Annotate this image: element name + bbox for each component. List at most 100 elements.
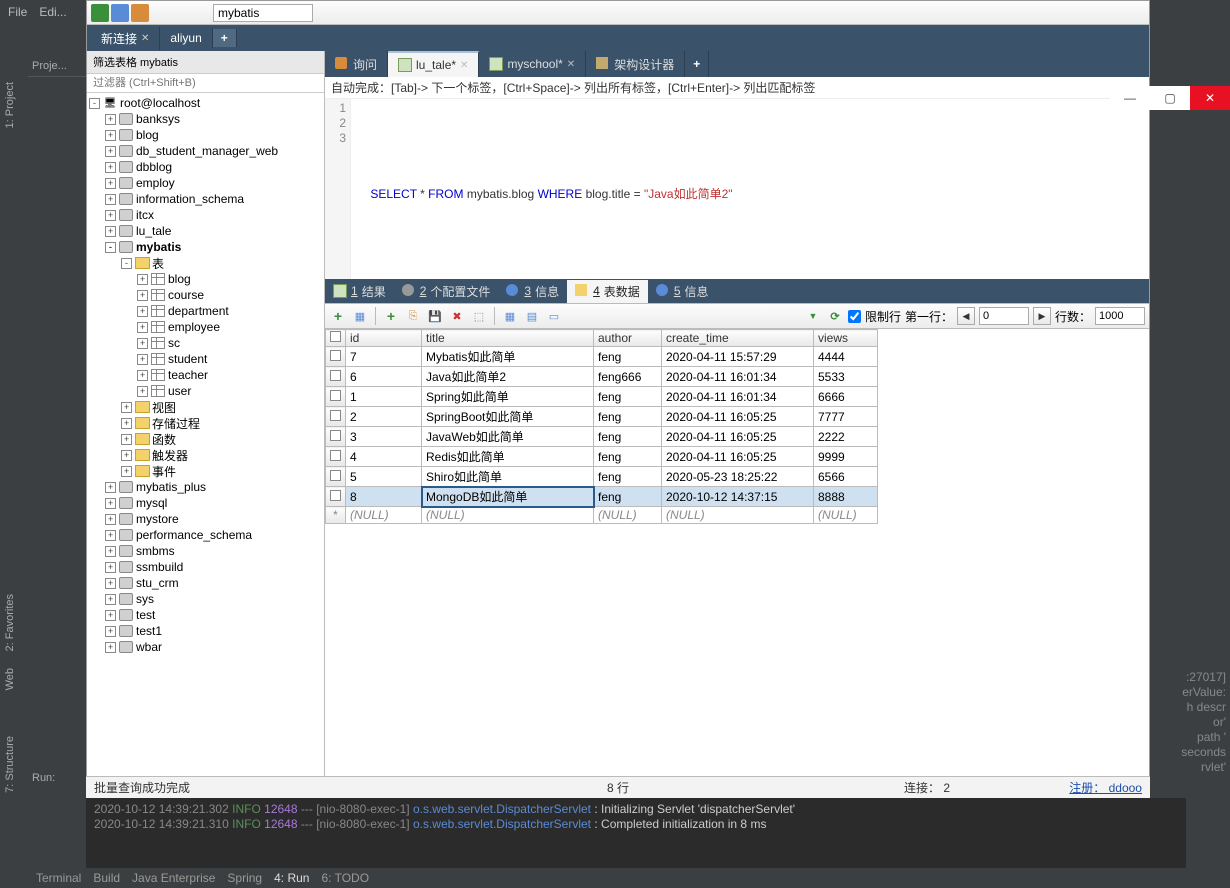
editor-tab[interactable]: 架构设计器 xyxy=(586,51,685,77)
column-header[interactable]: views xyxy=(814,330,878,347)
tree-node[interactable]: +函数 xyxy=(87,431,324,447)
tree-expander-icon[interactable]: + xyxy=(105,626,116,637)
tree-node[interactable]: +stu_crm xyxy=(87,575,324,591)
save-icon[interactable] xyxy=(426,307,444,325)
connection-tab[interactable]: 新连接✕ xyxy=(91,27,160,50)
tree-expander-icon[interactable]: + xyxy=(137,338,148,349)
tree-node[interactable]: +ssmbuild xyxy=(87,559,324,575)
table-cell[interactable]: 2020-04-11 16:01:34 xyxy=(662,367,814,387)
tree-expander-icon[interactable]: - xyxy=(121,258,132,269)
tree-node[interactable]: +db_student_manager_web xyxy=(87,143,324,159)
table-cell[interactable]: 6 xyxy=(346,367,422,387)
table-cell[interactable]: feng xyxy=(594,387,662,407)
connection-tab[interactable]: aliyun xyxy=(160,28,212,48)
table-cell[interactable]: 2020-04-11 16:05:25 xyxy=(662,427,814,447)
table-cell[interactable]: 8 xyxy=(346,487,422,507)
tree-expander-icon[interactable]: + xyxy=(105,130,116,141)
tree-node[interactable]: +存储过程 xyxy=(87,415,324,431)
result-tab[interactable]: 2 个配置文件 xyxy=(394,280,499,303)
table-cell[interactable]: 5 xyxy=(346,467,422,487)
tree-node[interactable]: +lu_tale xyxy=(87,223,324,239)
bottom-tab[interactable]: 6: TODO xyxy=(321,871,369,885)
tree-node[interactable]: +itcx xyxy=(87,207,324,223)
editor-tab[interactable]: myschool*✕ xyxy=(479,51,586,77)
left-tab-favorites[interactable]: 2: Favorites xyxy=(0,586,20,659)
copy-row-icon[interactable]: ⎘ xyxy=(404,307,422,325)
row-add-icon[interactable] xyxy=(329,307,347,325)
tree-node[interactable]: +test xyxy=(87,607,324,623)
window-maximize[interactable]: ▢ xyxy=(1150,86,1190,110)
tree-expander-icon[interactable]: + xyxy=(105,194,116,205)
window-minimize[interactable]: — xyxy=(1110,86,1150,110)
row-checkbox[interactable] xyxy=(326,427,346,447)
view-form-icon[interactable]: ▤ xyxy=(523,307,541,325)
table-cell[interactable]: (NULL) xyxy=(814,507,878,524)
table-cell[interactable]: 2020-04-11 16:05:25 xyxy=(662,407,814,427)
row-checkbox[interactable] xyxy=(326,407,346,427)
tab-close-icon[interactable]: ✕ xyxy=(567,59,575,70)
tree-node[interactable]: +test1 xyxy=(87,623,324,639)
result-tab[interactable]: 3 信息 xyxy=(498,280,567,303)
delete-row-icon[interactable] xyxy=(448,307,466,325)
row-checkbox[interactable] xyxy=(326,367,346,387)
table-cell[interactable]: 7777 xyxy=(814,407,878,427)
tree-node[interactable]: +student xyxy=(87,351,324,367)
table-cell[interactable]: Spring如此简单 xyxy=(422,387,594,407)
tree-expander-icon[interactable]: + xyxy=(121,434,132,445)
table-cell[interactable]: 3 xyxy=(346,427,422,447)
first-row-prev[interactable]: ◀ xyxy=(957,307,975,325)
tree-expander-icon[interactable]: + xyxy=(137,370,148,381)
tree-expander-icon[interactable]: + xyxy=(137,306,148,317)
row-checkbox[interactable] xyxy=(326,467,346,487)
tree-node[interactable]: +banksys xyxy=(87,111,324,127)
refresh-icon[interactable] xyxy=(826,307,844,325)
tree-expander-icon[interactable]: + xyxy=(105,114,116,125)
column-header[interactable]: title xyxy=(422,330,594,347)
column-header[interactable]: author xyxy=(594,330,662,347)
column-header[interactable]: create_time xyxy=(662,330,814,347)
table-cell[interactable]: (NULL) xyxy=(594,507,662,524)
bottom-tab[interactable]: Terminal xyxy=(36,871,81,885)
table-cell[interactable]: 8888 xyxy=(814,487,878,507)
tree-node[interactable]: +blog xyxy=(87,271,324,287)
tree-node[interactable]: +事件 xyxy=(87,463,324,479)
table-cell[interactable]: feng xyxy=(594,347,662,367)
tree-expander-icon[interactable]: + xyxy=(105,162,116,173)
row-checkbox[interactable] xyxy=(326,447,346,467)
filter-input[interactable] xyxy=(87,74,324,93)
ide-console[interactable]: 2020-10-12 14:39:21.302 INFO 12648 --- [… xyxy=(86,798,1186,868)
tree-expander-icon[interactable]: + xyxy=(137,386,148,397)
table-row[interactable]: 5Shiro如此简单feng2020-05-23 18:25:226566 xyxy=(326,467,878,487)
insert-row-icon[interactable] xyxy=(382,307,400,325)
row-checkbox[interactable] xyxy=(326,387,346,407)
table-cell[interactable]: 2020-04-11 15:57:29 xyxy=(662,347,814,367)
table-row[interactable]: 4Redis如此简单feng2020-04-11 16:05:259999 xyxy=(326,447,878,467)
db-tree[interactable]: -root@localhost+banksys +blog +db_student_… xyxy=(87,93,324,799)
filter-icon[interactable] xyxy=(804,307,822,325)
tree-node[interactable]: -表 xyxy=(87,255,324,271)
tab-close-icon[interactable]: ✕ xyxy=(460,60,468,71)
tree-node[interactable]: +information_schema xyxy=(87,191,324,207)
table-cell[interactable]: feng xyxy=(594,467,662,487)
tree-node[interactable]: -root@localhost xyxy=(87,95,324,111)
tree-node[interactable]: +employ xyxy=(87,175,324,191)
connection-tab-add[interactable]: + xyxy=(213,29,237,47)
tree-expander-icon[interactable]: - xyxy=(105,242,116,253)
cancel-icon[interactable]: ⬚ xyxy=(470,307,488,325)
table-cell[interactable]: Shiro如此简单 xyxy=(422,467,594,487)
tree-node[interactable]: +smbms xyxy=(87,543,324,559)
table-cell[interactable]: (NULL) xyxy=(662,507,814,524)
table-cell[interactable]: 2020-10-12 14:37:15 xyxy=(662,487,814,507)
tree-expander-icon[interactable]: + xyxy=(137,274,148,285)
column-header[interactable]: id xyxy=(346,330,422,347)
first-row-next[interactable]: ▶ xyxy=(1033,307,1051,325)
left-tab-project[interactable]: 1: Project xyxy=(0,74,20,136)
window-close[interactable]: ✕ xyxy=(1190,86,1230,110)
tree-expander-icon[interactable]: + xyxy=(105,642,116,653)
tree-expander-icon[interactable]: + xyxy=(121,402,132,413)
row-checkbox[interactable] xyxy=(326,487,346,507)
tree-node[interactable]: +course xyxy=(87,287,324,303)
menu-file[interactable]: File xyxy=(8,5,27,19)
tree-node[interactable]: +dbblog xyxy=(87,159,324,175)
tree-expander-icon[interactable]: + xyxy=(105,578,116,589)
